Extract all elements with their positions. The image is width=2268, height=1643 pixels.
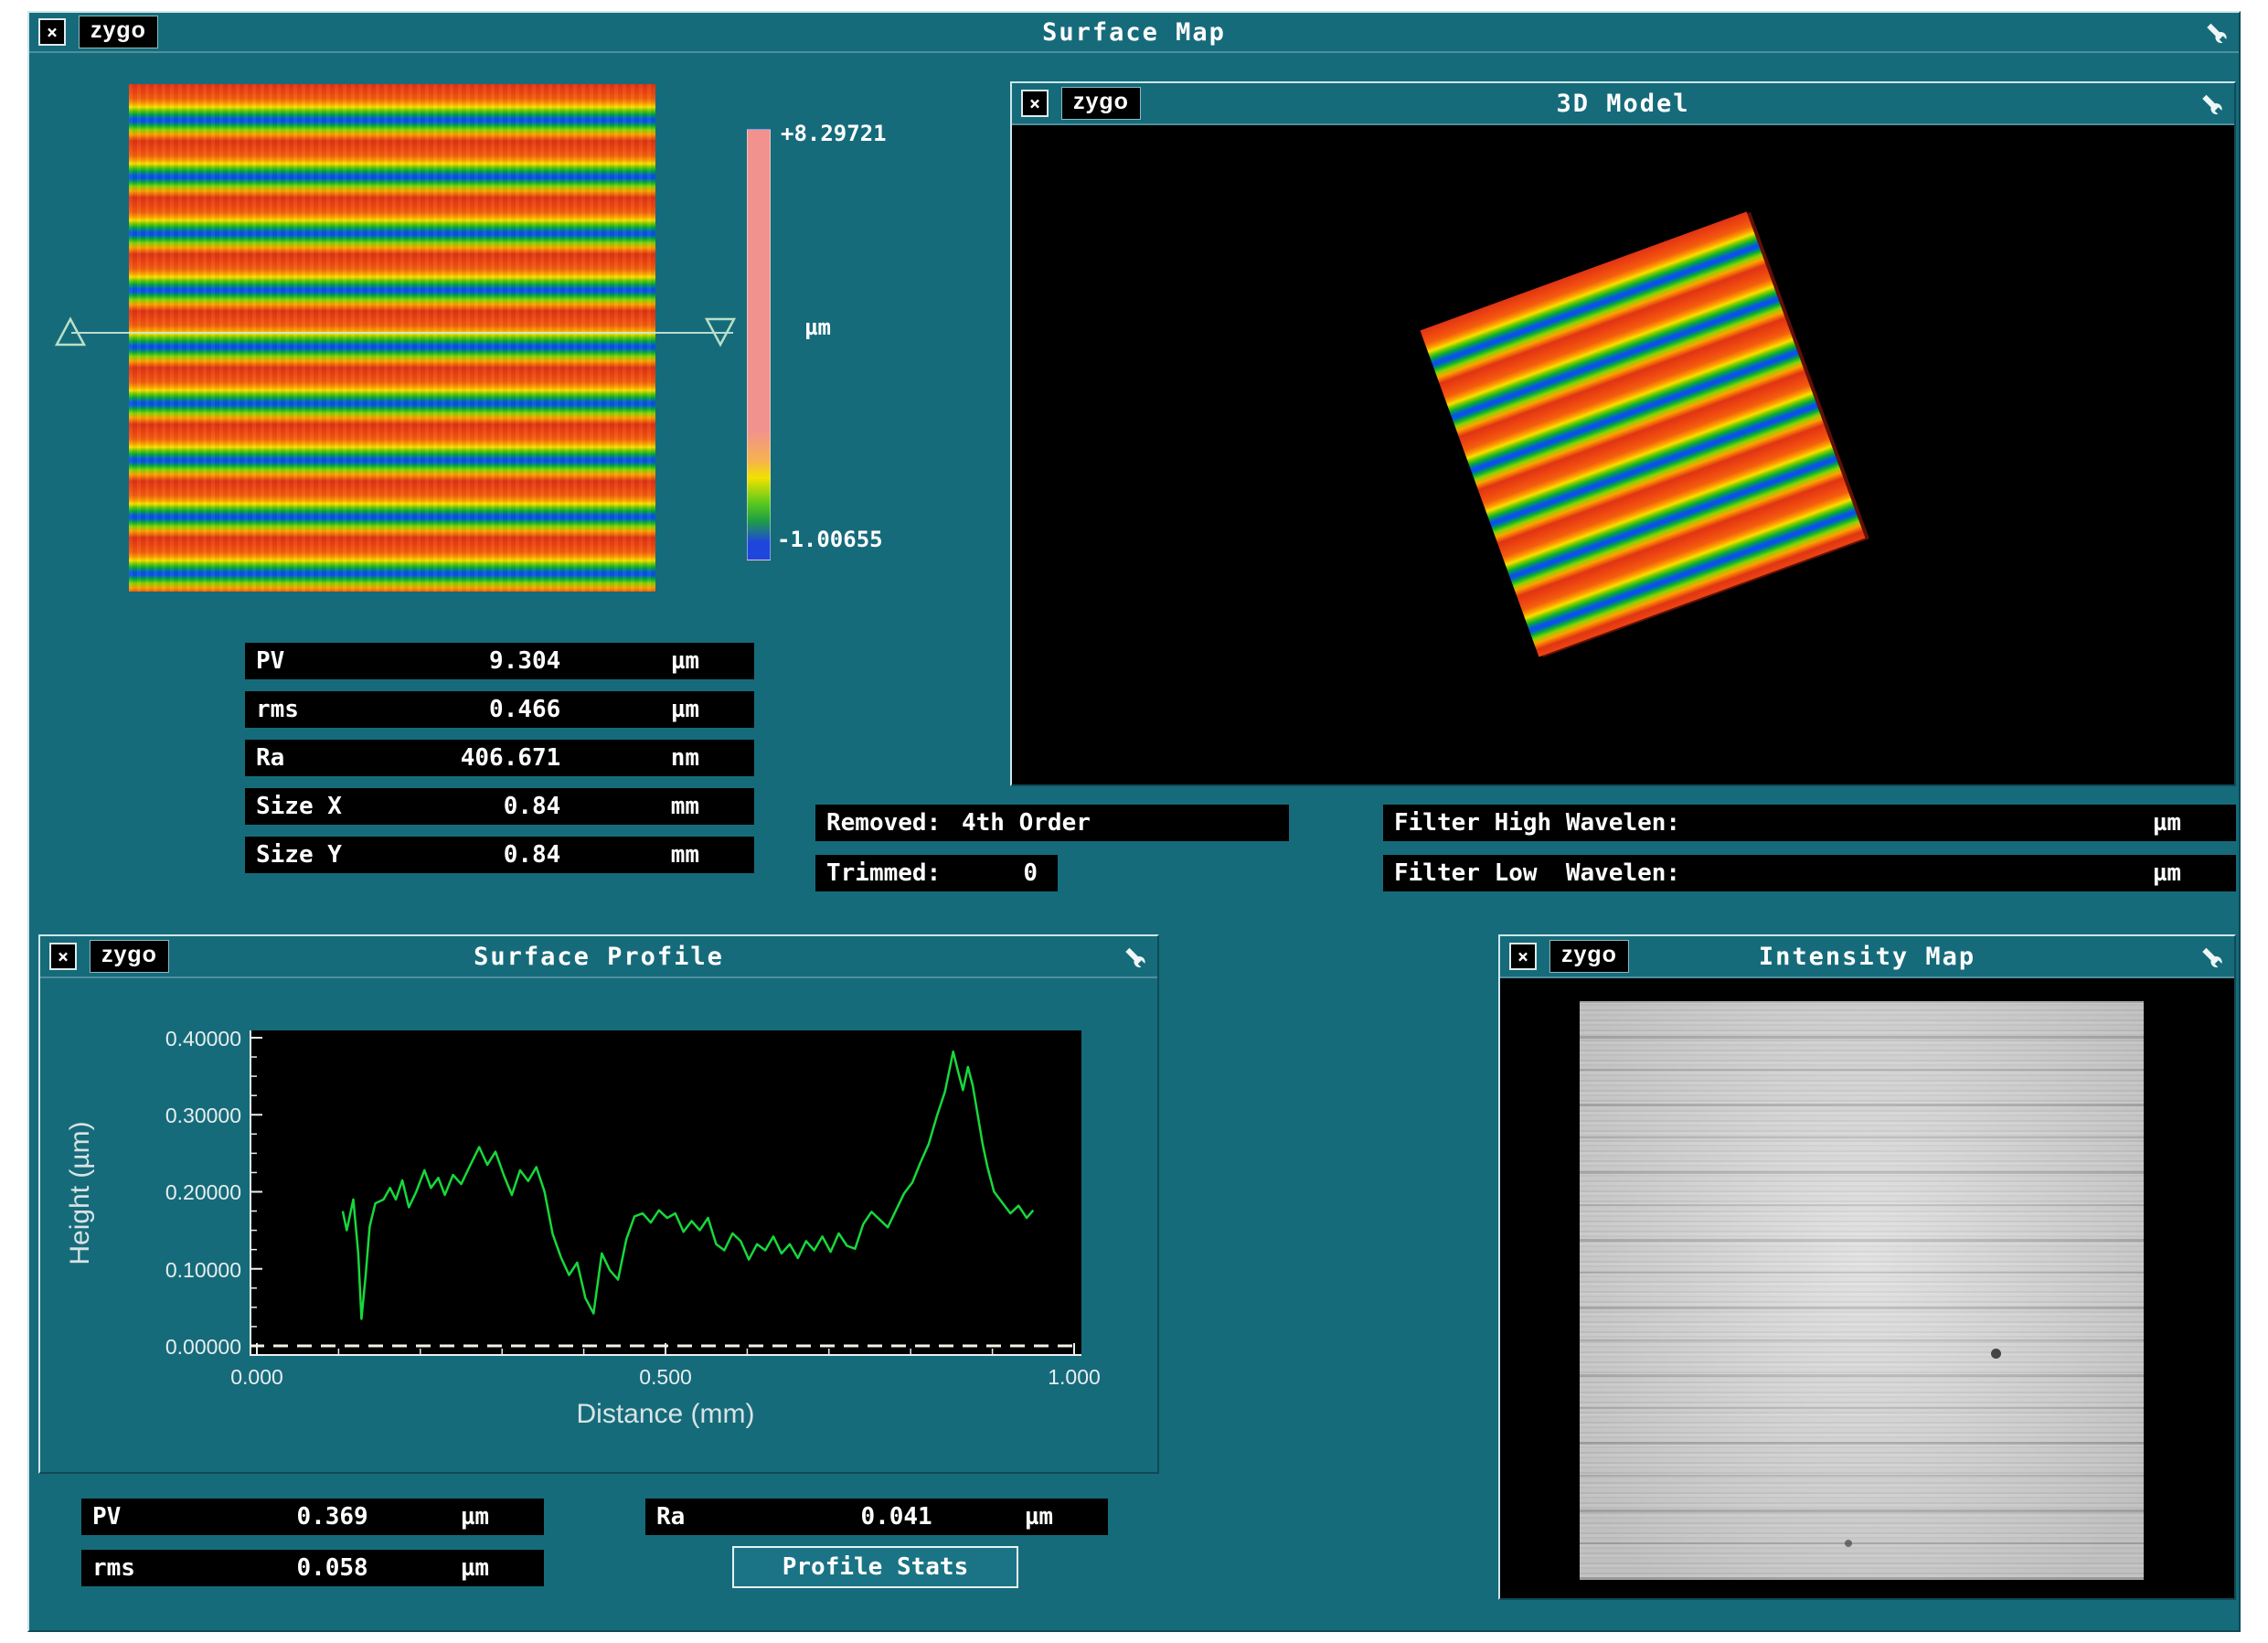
result-unit: mm [671,841,699,869]
y-tick-label: 0.00000 [124,1335,241,1360]
surface-map-title: Surface Map [29,18,2239,47]
result-value: 9.304 [245,647,560,675]
result-value: 0.369 [81,1503,368,1531]
attribute-label: Filter High Wavelen: [1394,809,1680,837]
zygo-logo: zygo [1549,940,1629,973]
intensity-map-window: × zygo Intensity Map [1498,934,2236,1600]
result-value: 0.058 [81,1554,368,1582]
profile-result-rms: rms 0.058 µm [81,1550,544,1586]
surface-profile-titlebar[interactable]: × zygo Surface Profile [40,936,1157,978]
3d-model-titlebar[interactable]: × zygo 3D Model [1012,83,2234,125]
attribute-unit: µm [2153,859,2181,887]
colorbar-max-label: +8.29721 [781,121,887,146]
profile-stats-button[interactable]: Profile Stats [732,1546,1018,1588]
zygo-logo: zygo [90,940,169,973]
result-rms: rms 0.466 µm [245,691,754,728]
y-axis-title: Height (µm) [65,1056,92,1330]
result-size-y: Size Y 0.84 mm [245,837,754,873]
result-ra: Ra 406.671 nm [245,740,754,776]
wrench-icon[interactable] [1117,943,1148,970]
profile-plot-area [250,1030,1081,1356]
attribute-label: Removed: [826,809,941,837]
surface-map-titlebar[interactable]: × zygo Surface Map [29,13,2239,53]
y-tick-label: 0.30000 [124,1104,241,1128]
result-value: 406.671 [245,744,560,772]
result-unit: nm [671,744,699,772]
wrench-icon-svg [2202,18,2230,46]
close-icon[interactable]: × [49,943,77,970]
attribute-unit: µm [2153,809,2181,837]
profile-result-pv: PV 0.369 µm [81,1499,544,1535]
close-icon[interactable]: × [38,18,66,46]
profile-chart [250,1030,1081,1356]
intensity-defect-dot [1991,1349,2001,1359]
result-value: 0.041 [645,1503,932,1531]
result-value: 0.466 [245,696,560,723]
result-unit: µm [671,647,699,675]
wrench-icon[interactable] [2199,18,2230,46]
intensity-defect-dot [1845,1540,1852,1547]
result-pv: PV 9.304 µm [245,643,754,679]
attribute-label: Trimmed: [826,859,941,887]
close-icon[interactable]: × [1509,943,1537,970]
result-unit: µm [671,696,699,723]
wrench-icon[interactable] [2194,90,2225,117]
attribute-value: 4th Order [962,809,1091,837]
intensity-canvas [1500,978,2234,1598]
surface-profile-title: Surface Profile [40,943,1157,971]
filter-high-wavelength-field[interactable]: Filter High Wavelen: µm [1383,805,2236,841]
colorbar-min-label: -1.00655 [777,527,883,552]
x-axis-title: Distance (mm) [528,1399,803,1430]
result-unit: µm [461,1554,489,1582]
colorbar-unit-label: µm [804,315,831,340]
result-size-x: Size X 0.84 mm [245,788,754,825]
slice-marker-left-icon[interactable] [53,315,88,349]
profile-result-ra: Ra 0.041 µm [645,1499,1108,1535]
height-colorbar [747,129,771,560]
intensity-map-titlebar[interactable]: × zygo Intensity Map [1500,936,2234,978]
y-tick-label: 0.10000 [124,1258,241,1283]
intensity-image [1580,1001,2144,1580]
surface-map-image [129,84,655,592]
result-unit: µm [1025,1503,1053,1531]
surface-map-window: × zygo Surface Map +8.29721 µm -1.00655 … [27,11,2241,1632]
y-tick-label: 0.20000 [124,1180,241,1205]
profile-slice-line [71,332,733,334]
wrench-icon[interactable] [2194,943,2225,970]
attribute-value: 0 [1023,859,1038,887]
surface-map-texture [129,84,655,592]
result-unit: mm [671,793,699,820]
attribute-label: Filter Low Wavelen: [1394,859,1680,887]
slice-marker-right-icon[interactable] [703,315,738,349]
attribute-removed: Removed: 4th Order [815,805,1289,841]
result-value: 0.84 [245,841,560,869]
x-tick-label: 1.000 [1019,1365,1129,1390]
3d-model-canvas [1012,125,2234,784]
3d-surface-plot [1420,211,1865,656]
y-tick-label: 0.40000 [124,1027,241,1051]
result-value: 0.84 [245,793,560,820]
filter-low-wavelength-field[interactable]: Filter Low Wavelen: µm [1383,855,2236,891]
x-tick-label: 0.000 [202,1365,312,1390]
attribute-trimmed: Trimmed: 0 [815,855,1058,891]
3d-model-title: 3D Model [1012,90,2234,118]
screen: × zygo Surface Map +8.29721 µm -1.00655 … [0,0,2268,1643]
x-tick-label: 0.500 [611,1365,720,1390]
zygo-logo: zygo [79,16,158,48]
3d-model-window: × zygo 3D Model [1010,81,2236,786]
result-unit: µm [461,1503,489,1531]
close-icon[interactable]: × [1021,90,1049,117]
zygo-logo: zygo [1061,87,1141,120]
surface-profile-window: × zygo Surface Profile 0.40000 0.30000 0… [38,934,1159,1474]
